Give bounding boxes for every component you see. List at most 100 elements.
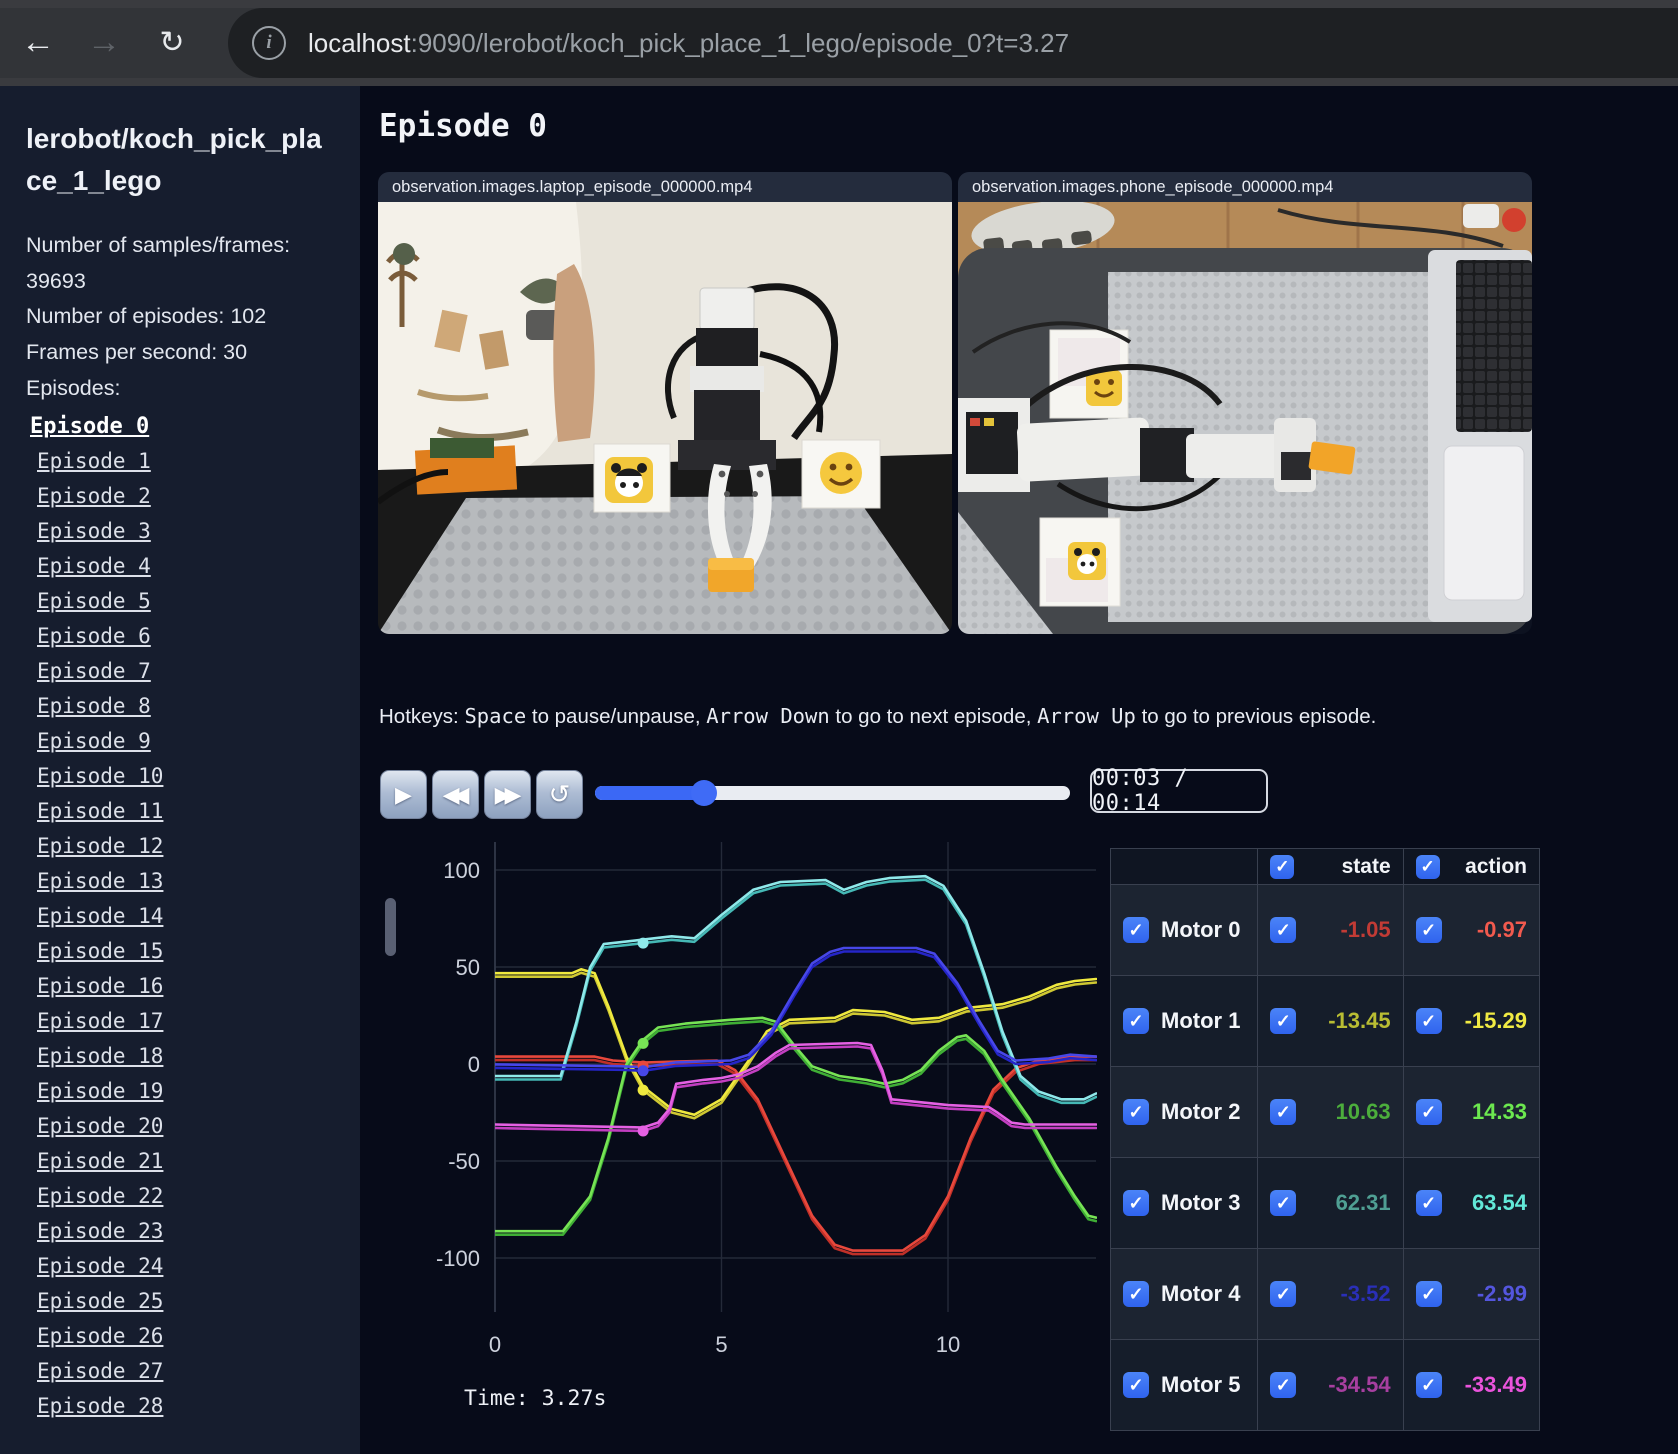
space-key-label: Space <box>464 704 527 728</box>
video-laptop[interactable] <box>378 202 952 634</box>
episode-link[interactable]: Episode 25 <box>37 1289 163 1313</box>
episode-link[interactable]: Episode 12 <box>37 834 163 858</box>
motor-checkbox[interactable] <box>1123 1099 1149 1125</box>
red-object <box>1502 208 1526 232</box>
episode-list: Episode 0 Episode 1 Episode 2 Episode 3 Epis… <box>0 410 360 1425</box>
seek-slider-fill <box>595 786 704 800</box>
episode-link[interactable]: Episode 1 <box>37 449 151 473</box>
forward-icon[interactable]: → <box>82 18 126 66</box>
episode-link[interactable]: Episode 14 <box>37 904 163 928</box>
motor-action-checkbox[interactable] <box>1415 1008 1442 1034</box>
episode-link[interactable]: Episode 28 <box>37 1394 163 1418</box>
reload-icon[interactable]: ↻ <box>150 18 194 66</box>
video-panel-laptop: observation.images.laptop_episode_000000… <box>378 172 952 634</box>
episode-link[interactable]: Episode 4 <box>37 554 151 578</box>
state-column-checkbox[interactable] <box>1270 854 1295 879</box>
svg-text:100: 100 <box>443 858 480 883</box>
motor-action-value: -0.97 <box>1476 917 1527 942</box>
episode-link-current[interactable]: Episode 0 <box>30 414 149 439</box>
motor-action-cell: 14.33 <box>1404 1067 1539 1157</box>
episode-link[interactable]: Episode 5 <box>37 589 151 613</box>
motor-state-checkbox[interactable] <box>1270 1008 1297 1034</box>
lego-baseplate <box>378 496 952 634</box>
back-icon[interactable]: ← <box>16 18 60 66</box>
motor-state-checkbox[interactable] <box>1270 1190 1297 1216</box>
motor-state-value: -3.52 <box>1340 1281 1391 1306</box>
motor-row: Motor 3 62.31 63.54 <box>1111 1158 1539 1249</box>
motor-checkbox[interactable] <box>1123 1008 1149 1034</box>
episode-link[interactable]: Episode 22 <box>37 1184 163 1208</box>
episode-link[interactable]: Episode 11 <box>37 799 163 823</box>
motor-name: Motor 2 <box>1161 1099 1241 1124</box>
url-path: :9090/lerobot/koch_pick_place_1_lego/epi… <box>410 27 1070 58</box>
motor-action-checkbox[interactable] <box>1415 917 1442 943</box>
url-text[interactable]: localhost:9090/lerobot/koch_pick_place_1… <box>308 28 1069 59</box>
episode-link[interactable]: Episode 24 <box>37 1254 163 1278</box>
seek-slider[interactable] <box>595 780 1070 806</box>
dataset-stats: Number of samples/frames: 39693 Number o… <box>26 228 316 371</box>
episode-link[interactable]: Episode 23 <box>37 1219 163 1243</box>
episode-heading: Episode 0 <box>379 108 547 144</box>
episodes-label: Episodes: <box>26 375 121 400</box>
video-title-laptop: observation.images.laptop_episode_000000… <box>378 172 952 202</box>
episode-link[interactable]: Episode 3 <box>37 519 151 543</box>
motor-action-checkbox[interactable] <box>1415 1190 1442 1216</box>
hotkeys-hint: Hotkeys: Space to pause/unpause, Arrow D… <box>379 704 1377 728</box>
motor-action-checkbox[interactable] <box>1415 1281 1442 1307</box>
motor-action-value: -15.29 <box>1464 1008 1527 1033</box>
episode-link[interactable]: Episode 17 <box>37 1009 163 1033</box>
url-bar[interactable]: i localhost:9090/lerobot/koch_pick_place… <box>228 8 1678 78</box>
motor-name: Motor 1 <box>1161 1008 1241 1033</box>
motor-state-checkbox[interactable] <box>1270 1099 1297 1125</box>
motor-action-checkbox[interactable] <box>1415 1372 1442 1398</box>
motor-checkbox[interactable] <box>1123 917 1149 943</box>
page-info-icon[interactable]: i <box>252 26 286 60</box>
video-phone[interactable] <box>958 202 1532 634</box>
motor-state-checkbox[interactable] <box>1270 1372 1297 1398</box>
motor-state-cell: 10.63 <box>1258 1067 1404 1157</box>
motor-action-checkbox[interactable] <box>1415 1099 1442 1125</box>
motor-checkbox[interactable] <box>1123 1281 1149 1307</box>
action-column-checkbox[interactable] <box>1415 854 1440 879</box>
browser-bottom-edge <box>0 78 1678 86</box>
motor-state-checkbox[interactable] <box>1270 917 1297 943</box>
episode-link[interactable]: Episode 27 <box>37 1359 163 1383</box>
motor-state-checkbox[interactable] <box>1270 1281 1297 1307</box>
motor-table-header-action: action <box>1404 849 1539 884</box>
episode-link[interactable]: Episode 9 <box>37 729 151 753</box>
episode-link[interactable]: Episode 18 <box>37 1044 163 1068</box>
lego-brick <box>708 558 754 592</box>
svg-text:5: 5 <box>715 1332 727 1357</box>
episode-link[interactable]: Episode 6 <box>37 624 151 648</box>
svg-text:0: 0 <box>489 1332 501 1357</box>
episode-link[interactable]: Episode 7 <box>37 659 151 683</box>
motor-name: Motor 5 <box>1161 1372 1241 1397</box>
motor-action-cell: 63.54 <box>1404 1158 1539 1248</box>
motor-state-value: -34.54 <box>1328 1372 1391 1397</box>
episode-link[interactable]: Episode 21 <box>37 1149 163 1173</box>
episode-link[interactable]: Episode 19 <box>37 1079 163 1103</box>
state-header-label: state <box>1341 854 1391 878</box>
episode-link[interactable]: Episode 8 <box>37 694 151 718</box>
sidebar: lerobot/koch_pick_place_1_lego Number of… <box>0 86 360 1454</box>
episode-link[interactable]: Episode 16 <box>37 974 163 998</box>
motor-action-value: -2.99 <box>1476 1281 1527 1306</box>
episode-link[interactable]: Episode 10 <box>37 764 163 788</box>
episode-link[interactable]: Episode 26 <box>37 1324 163 1348</box>
motor-row: Motor 0 -1.05 -0.97 <box>1111 885 1539 976</box>
episode-link[interactable]: Episode 2 <box>37 484 151 508</box>
motor-checkbox[interactable] <box>1123 1372 1149 1398</box>
motor-table-header-state: state <box>1258 849 1404 884</box>
panda-box-bottom <box>1039 517 1121 607</box>
motor-chart[interactable]: 100 50 0 -50 -100 0 5 10 <box>374 800 1104 1426</box>
action-header-label: action <box>1465 854 1527 878</box>
motor-action-value: 63.54 <box>1471 1190 1527 1215</box>
svg-text:10: 10 <box>936 1332 960 1357</box>
smiley-box <box>801 439 881 509</box>
episode-link[interactable]: Episode 20 <box>37 1114 163 1138</box>
motor-checkbox[interactable] <box>1123 1190 1149 1216</box>
episode-link[interactable]: Episode 13 <box>37 869 163 893</box>
motor-table: state action Motor 0 -1.05 -0.97 Motor 1 -13… <box>1110 848 1540 1431</box>
episode-link[interactable]: Episode 15 <box>37 939 163 963</box>
motor-state-cell: 62.31 <box>1258 1158 1404 1248</box>
